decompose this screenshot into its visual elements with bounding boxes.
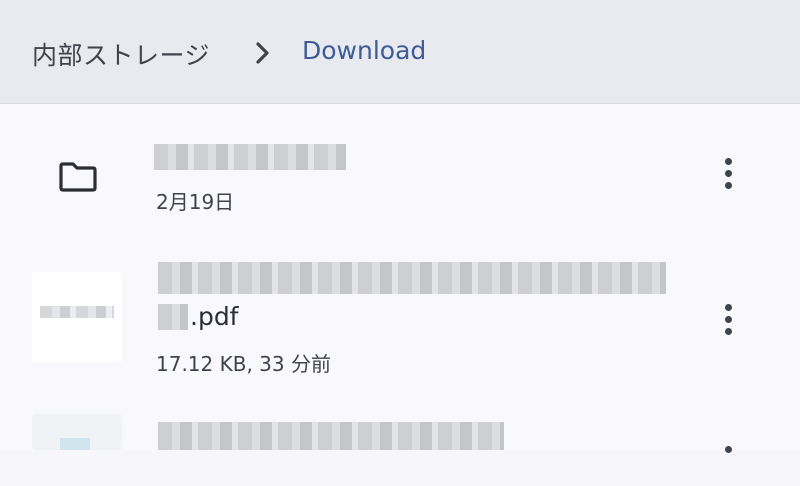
more-options-icon[interactable] bbox=[719, 158, 739, 198]
list-item-pdf[interactable]: .pdf 17.12 KB, 33 分前 bbox=[0, 254, 800, 394]
more-options-icon[interactable] bbox=[719, 304, 739, 344]
list-item-image[interactable] bbox=[0, 410, 800, 453]
image-name-redacted bbox=[158, 422, 504, 450]
file-list: 2月19日 .pdf 17.12 KB, 33 分前 bbox=[0, 104, 800, 453]
chevron-right-icon bbox=[256, 42, 269, 64]
pdf-name-redacted-tail bbox=[158, 304, 188, 330]
breadcrumb-root[interactable]: 内部ストレージ bbox=[32, 36, 210, 72]
thumbnail-content bbox=[60, 438, 90, 450]
folder-date: 2月19日 bbox=[156, 190, 235, 214]
pdf-meta: 17.12 KB, 33 分前 bbox=[156, 352, 331, 376]
image-thumbnail bbox=[32, 414, 122, 450]
breadcrumb-current: Download bbox=[302, 36, 427, 65]
list-item-folder[interactable]: 2月19日 bbox=[0, 104, 800, 234]
folder-icon bbox=[59, 162, 97, 192]
pdf-name-redacted bbox=[158, 262, 666, 294]
pdf-name-suffix: .pdf bbox=[190, 302, 239, 331]
more-options-icon[interactable] bbox=[719, 446, 739, 486]
thumbnail-content bbox=[40, 306, 114, 318]
folder-name-redacted bbox=[154, 144, 346, 170]
breadcrumb: 内部ストレージ Download bbox=[0, 0, 800, 104]
pdf-thumbnail bbox=[32, 272, 122, 362]
